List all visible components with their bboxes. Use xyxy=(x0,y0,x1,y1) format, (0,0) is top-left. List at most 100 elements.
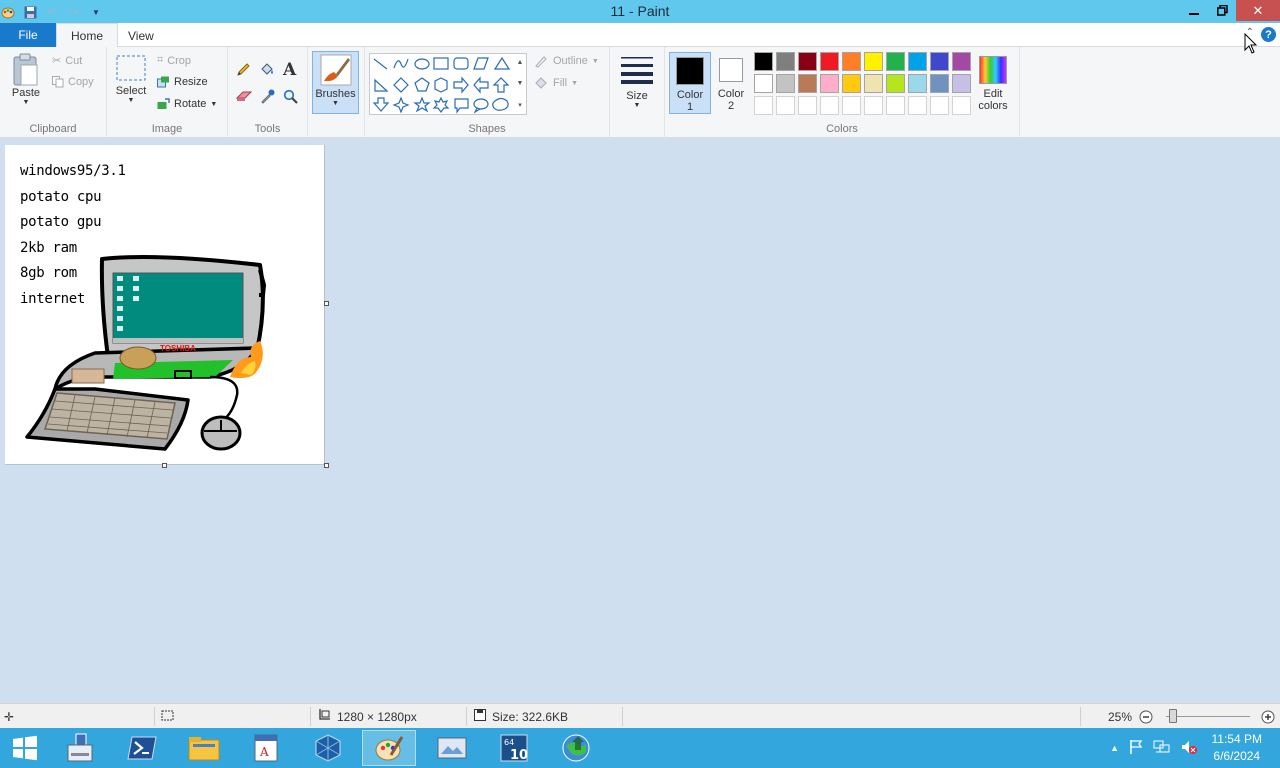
clock-date: 6/6/2024 xyxy=(1213,749,1261,763)
taskbar-wordpad[interactable]: A xyxy=(239,730,293,766)
start-button[interactable] xyxy=(0,730,50,766)
network-icon[interactable] xyxy=(1153,739,1171,758)
palette-swatch[interactable] xyxy=(908,74,927,93)
palette-swatch[interactable] xyxy=(754,52,773,71)
custom-color-slot[interactable] xyxy=(908,96,927,115)
zoom-in-button[interactable] xyxy=(1261,704,1275,729)
action-center-flag-icon[interactable] xyxy=(1128,739,1144,758)
custom-color-slot[interactable] xyxy=(776,96,795,115)
palette-swatch[interactable] xyxy=(952,52,971,71)
size-button[interactable]: Size ▼ xyxy=(619,54,655,109)
palette-swatch[interactable] xyxy=(952,74,971,93)
clock-time: 11:54 PM xyxy=(1211,732,1262,746)
status-divider xyxy=(466,707,467,726)
palette-swatch[interactable] xyxy=(864,52,883,71)
custom-color-slot[interactable] xyxy=(754,96,773,115)
volume-muted-icon[interactable] xyxy=(1180,739,1198,758)
custom-color-slot[interactable] xyxy=(886,96,905,115)
taskbar-windows10-app[interactable]: 64 10 xyxy=(487,730,541,766)
scroll-up-icon[interactable]: ▲ xyxy=(517,59,524,66)
show-hidden-icons[interactable]: ▲ xyxy=(1110,743,1119,753)
pencil-tool[interactable] xyxy=(236,62,251,77)
palette-swatch[interactable] xyxy=(886,74,905,93)
minimize-button[interactable] xyxy=(1180,0,1208,21)
resize-button[interactable]: Resize xyxy=(157,76,208,88)
crop-label: Crop xyxy=(167,54,192,67)
palette-swatch[interactable] xyxy=(886,52,905,71)
zoom-slider-track[interactable] xyxy=(1166,716,1250,717)
taskbar-image-viewer[interactable] xyxy=(425,730,479,766)
palette-swatch[interactable] xyxy=(930,74,949,93)
rotate-button[interactable]: Rotate ▼ xyxy=(157,98,217,110)
svg-text:64: 64 xyxy=(504,738,514,747)
color1-button[interactable]: Color 1 xyxy=(669,52,711,114)
palette-swatch[interactable] xyxy=(776,74,795,93)
color2-button[interactable]: Color 2 xyxy=(712,52,750,114)
svg-text:A: A xyxy=(259,745,269,759)
expand-gallery-icon[interactable]: ▾ xyxy=(518,101,522,109)
color-picker-tool[interactable] xyxy=(260,89,275,104)
select-button[interactable]: Select ▼ xyxy=(114,55,148,104)
drawing-canvas[interactable]: windows95/3.1 potato cpu potato gpu 2kb … xyxy=(5,145,329,468)
image-group: Select ▼ ⌗ Crop Resize Rotate ▼ Image xyxy=(107,47,228,138)
tab-view[interactable]: View xyxy=(114,23,168,48)
resize-handle-right[interactable] xyxy=(324,301,329,306)
taskbar-paint[interactable] xyxy=(362,730,416,766)
select-label: Select xyxy=(115,85,147,97)
custom-color-slot[interactable] xyxy=(930,96,949,115)
outline-button[interactable]: Outline ▼ xyxy=(534,54,599,68)
palette-swatch[interactable] xyxy=(820,52,839,71)
cut-button[interactable]: ✂ Cut xyxy=(52,54,82,68)
palette-swatch[interactable] xyxy=(930,52,949,71)
palette-swatch[interactable] xyxy=(842,74,861,93)
palette-swatch[interactable] xyxy=(754,74,773,93)
palette-swatch[interactable] xyxy=(864,74,883,93)
magnifier-tool[interactable] xyxy=(283,89,298,104)
taskbar-powershell[interactable] xyxy=(115,730,169,766)
palette-swatch[interactable] xyxy=(798,74,817,93)
text-tool[interactable]: A xyxy=(283,60,296,80)
pencil-icon xyxy=(236,62,251,77)
status-divider xyxy=(310,707,311,726)
system-clock[interactable]: 11:54 PM 6/6/2024 xyxy=(1212,731,1262,765)
outline-icon xyxy=(534,54,549,68)
scroll-down-icon[interactable]: ▼ xyxy=(517,80,524,87)
tab-file[interactable]: File xyxy=(0,23,56,47)
palette-swatch[interactable] xyxy=(908,52,927,71)
canvas-workspace[interactable]: windows95/3.1 potato cpu potato gpu 2kb … xyxy=(0,139,1280,702)
tab-home[interactable]: Home xyxy=(56,23,119,48)
window-controls: ✕ xyxy=(1180,0,1280,21)
brushes-button[interactable]: Brushes ▼ xyxy=(312,51,359,114)
custom-color-slot[interactable] xyxy=(798,96,817,115)
palette-swatch[interactable] xyxy=(842,52,861,71)
copy-button[interactable]: Copy xyxy=(52,76,94,88)
eraser-tool[interactable] xyxy=(236,90,252,102)
taskbar-virtualbox[interactable] xyxy=(301,730,355,766)
magnifier-icon xyxy=(283,89,298,104)
palette-swatch[interactable] xyxy=(798,52,817,71)
fill-tool[interactable] xyxy=(259,62,275,77)
shapes-scroll[interactable]: ▲ ▼ ▾ xyxy=(514,55,526,113)
palette-swatch[interactable] xyxy=(820,74,839,93)
text-tool-icon: A xyxy=(283,60,297,80)
taskbar-file-explorer[interactable] xyxy=(177,730,231,766)
color2-label: Color xyxy=(717,88,745,100)
custom-color-slot[interactable] xyxy=(952,96,971,115)
crop-button[interactable]: ⌗ Crop xyxy=(157,54,191,67)
zoom-out-button[interactable] xyxy=(1139,704,1153,729)
taskbar-internet-download[interactable] xyxy=(549,730,603,766)
restore-button[interactable] xyxy=(1208,0,1236,21)
resize-handle-bottom[interactable] xyxy=(162,463,167,468)
edit-colors-button[interactable]: Edit colors xyxy=(973,52,1013,114)
paste-button[interactable]: Paste ▼ xyxy=(8,53,44,106)
close-button[interactable]: ✕ xyxy=(1236,0,1280,21)
fill-button[interactable]: Fill ▼ xyxy=(534,76,578,90)
custom-color-slot[interactable] xyxy=(864,96,883,115)
taskbar-server-manager[interactable] xyxy=(53,730,107,766)
custom-color-slot[interactable] xyxy=(820,96,839,115)
custom-color-slot[interactable] xyxy=(842,96,861,115)
help-icon[interactable]: ? xyxy=(1261,27,1276,42)
palette-swatch[interactable] xyxy=(776,52,795,71)
resize-handle-corner[interactable] xyxy=(324,463,329,468)
zoom-slider-thumb[interactable] xyxy=(1169,709,1177,723)
